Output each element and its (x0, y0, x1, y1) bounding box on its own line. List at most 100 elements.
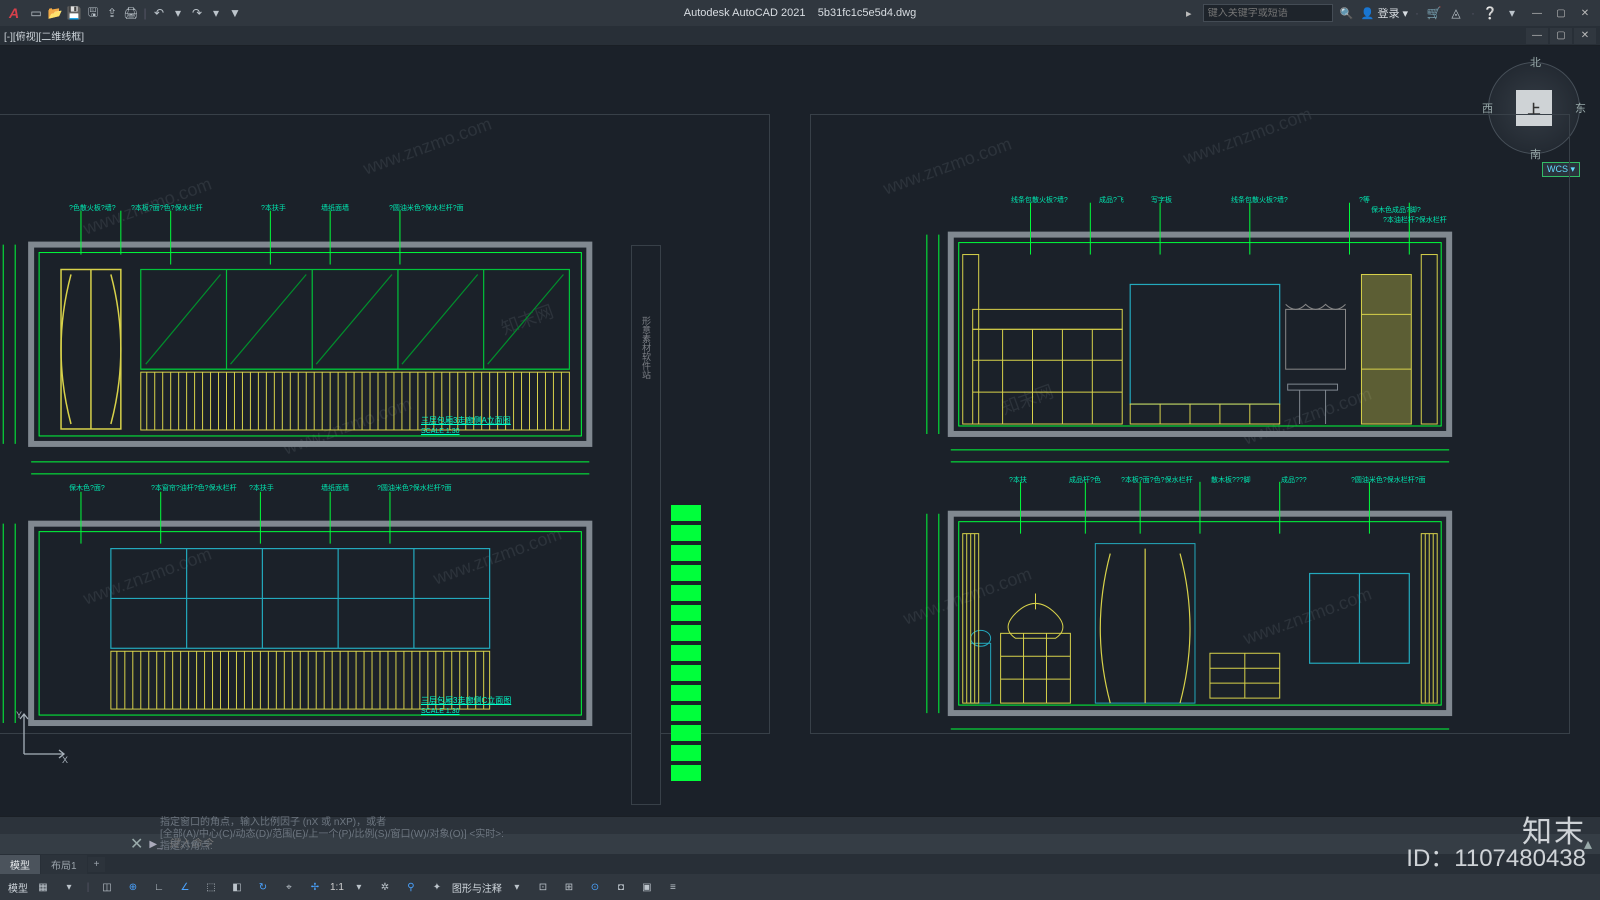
file-name: 5b31fc1c5e5d4.dwg (818, 7, 916, 19)
qat-undo-drop-icon[interactable]: ▾ (170, 5, 186, 21)
drawing-maximize-button[interactable]: ▢ (1550, 28, 1572, 44)
model-space-canvas[interactable]: www.znzmo.com www.znzmo.com www.znzmo.co… (0, 46, 1600, 816)
command-history-line: 指定对角点: (160, 841, 504, 853)
annotation: ?本板?面?色?保水栏杆 (131, 203, 203, 213)
model-layout-tabs: 模型 布局1 + (0, 854, 106, 874)
annotation: ?本板?面?色?保水栏杆 (1121, 475, 1193, 485)
status-annoauto-icon[interactable]: ⚲ (400, 877, 422, 897)
window-close-button[interactable]: ✕ (1574, 5, 1596, 21)
annotation: 保木色成品?脚? (1371, 205, 1421, 215)
right-elevations-svg (811, 115, 1569, 733)
annotation: 墙纸面墙 (321, 483, 349, 493)
annotation-scale[interactable]: 1:1 (330, 882, 344, 893)
status-bar: 模型 ▦ ▾ | ◫ ⊕ ∟ ∠ ⬚ ◧ ↻ ⌖ ✢ 1:1 ▾ ✲ ⚲ ✦ 图… (0, 874, 1600, 900)
annotation: 成品?飞 (1099, 195, 1124, 205)
window-maximize-button[interactable]: ▢ (1550, 5, 1572, 21)
status-osnap-icon[interactable]: ∠ (174, 877, 196, 897)
qat-new-icon[interactable]: ▭ (28, 5, 44, 21)
view-cube-north[interactable]: 北 (1530, 54, 1541, 70)
right-sep: · (1414, 5, 1420, 21)
annotation: ?圆油米色?保水栏杆?面 (377, 483, 452, 493)
drawing-close-button[interactable]: ✕ (1574, 28, 1596, 44)
share-icon[interactable]: ◬ (1448, 5, 1464, 21)
app-title: Autodesk AutoCAD 2021 5b31fc1c5e5d4.dwg (684, 7, 916, 19)
window-controls: — ▢ ✕ (1526, 5, 1596, 21)
legend-title: 形意素材软件站 (640, 316, 653, 379)
quick-access-toolbar: ▭ 📂 💾 🖫 ⇪ 🖨 | ↶ ▾ ↷ ▾ ▼ (28, 5, 243, 21)
status-ortho-icon[interactable]: ∟ (148, 877, 170, 897)
cart-icon[interactable]: 🛒 (1426, 5, 1442, 21)
annotation: ?本油栏杆?保水栏杆 (1383, 215, 1447, 225)
drawing-window-controls: — ▢ ✕ (1526, 28, 1596, 44)
status-hardware-icon[interactable]: ⊙ (584, 877, 606, 897)
annotation-scale-drop-icon[interactable]: ▾ (348, 877, 370, 897)
view-cube-east[interactable]: 东 (1575, 100, 1586, 116)
elevation-a-title-text: 三层包厢3走廊侧A立面图 (421, 416, 511, 425)
qat-webplot-icon[interactable]: ⇪ (104, 5, 120, 21)
tab-layout1[interactable]: 布局1 (41, 855, 87, 874)
status-dyn-icon[interactable]: ⌖ (278, 877, 300, 897)
tab-model[interactable]: 模型 (0, 855, 40, 874)
status-ws-icon[interactable]: ✦ (426, 877, 448, 897)
legend-block: 形意素材软件站 (631, 245, 731, 805)
elevation-c-title: 三层包厢3走廊侧C立面图 SCALE 1:30 (421, 695, 511, 715)
qat-save-icon[interactable]: 💾 (66, 5, 82, 21)
svg-text:Y: Y (16, 710, 22, 720)
elevation-c-scale: SCALE 1:30 (421, 708, 460, 715)
command-history: 指定窗口的角点，输入比例因子 (nX 或 nXP)，或者 [全部(A)/中心(C… (160, 817, 504, 853)
status-left: 模型 ▦ ▾ | ◫ ⊕ ∟ ∠ ⬚ ◧ ↻ ⌖ ✢ 1:1 ▾ ✲ ⚲ ✦ 图… (8, 877, 684, 897)
viewport-label[interactable]: [-][俯视][二维线框] (0, 28, 86, 43)
status-lineweight-icon[interactable]: ⬚ (200, 877, 222, 897)
qat-open-icon[interactable]: 📂 (47, 5, 63, 21)
annotation: ?本扶手 (249, 483, 274, 493)
workspace-label[interactable]: 图形与注释 (452, 880, 502, 895)
qat-saveas-icon[interactable]: 🖫 (85, 5, 101, 21)
status-custom-icon[interactable]: ≡ (662, 877, 684, 897)
login-drop-icon: ▾ (1402, 7, 1408, 20)
qat-redo-icon[interactable]: ↷ (189, 5, 205, 21)
status-grid-icon[interactable]: ▦ (32, 877, 54, 897)
annotation: 成品??? (1281, 475, 1307, 485)
qat-redo-drop-icon[interactable]: ▾ (208, 5, 224, 21)
viewport-label-text[interactable]: [-][俯视][二维线框] (2, 28, 86, 43)
status-cycle-icon[interactable]: ↻ (252, 877, 274, 897)
annotation: 散木板???脚 (1211, 475, 1251, 485)
status-polar-icon[interactable]: ⊕ (122, 877, 144, 897)
titlebar-right: ▸ 🔍 👤 登录 ▾ · 🛒 ◬ · ❔ ▾ — ▢ ✕ (1181, 4, 1596, 22)
workspace-drop-icon[interactable]: ▾ (506, 877, 528, 897)
help-icon[interactable]: ❔ (1482, 5, 1498, 21)
qat-undo-icon[interactable]: ↶ (151, 5, 167, 21)
status-clean-icon[interactable]: ▣ (636, 877, 658, 897)
status-3d-icon[interactable]: ✢ (304, 877, 326, 897)
status-grid-drop-icon[interactable]: ▾ (58, 877, 80, 897)
annotation: ?圆油米色?保水栏杆?面 (389, 203, 464, 213)
status-model-label[interactable]: 模型 (8, 880, 28, 895)
search-box[interactable] (1203, 4, 1333, 22)
drawing-workspace[interactable]: www.znzmo.com www.znzmo.com www.znzmo.co… (0, 46, 1600, 816)
tab-add-layout[interactable]: + (88, 857, 106, 872)
command-expand-icon[interactable]: ▴ (1584, 834, 1592, 854)
window-minimize-button[interactable]: — (1526, 5, 1548, 21)
search-icon[interactable]: 🔍 (1339, 5, 1355, 21)
drawing-minimize-button[interactable]: — (1526, 28, 1548, 44)
status-snap-icon[interactable]: ◫ (96, 877, 118, 897)
annotation: 写字板 (1151, 195, 1172, 205)
login-button[interactable]: 👤 登录 ▾ (1361, 5, 1408, 21)
qat-custom-drop-icon[interactable]: ▼ (227, 5, 243, 21)
elevation-c-title-text: 三层包厢3走廊侧C立面图 (421, 696, 511, 705)
drawing-sheet-right: 线条包散火板?墙? 成品?飞 写字板 线条包散火板?墙? ?等 保木色成品?脚?… (810, 114, 1570, 734)
app-logo[interactable]: A (4, 3, 24, 23)
qat-plot-icon[interactable]: 🖨 (123, 5, 139, 21)
search-input[interactable] (1208, 8, 1328, 19)
annotation: 保木色?面? (69, 483, 105, 493)
status-units-icon[interactable]: ⊞ (558, 877, 580, 897)
help-drop-icon[interactable]: ▾ (1504, 5, 1520, 21)
status-isolate-icon[interactable]: ◘ (610, 877, 632, 897)
status-transp-icon[interactable]: ◧ (226, 877, 248, 897)
status-gear-icon[interactable]: ✲ (374, 877, 396, 897)
search-chevron-icon[interactable]: ▸ (1181, 5, 1197, 21)
status-monitor-icon[interactable]: ⊡ (532, 877, 554, 897)
elevation-a-scale: SCALE 1:30 (421, 428, 460, 435)
legend-title-strip: 形意素材软件站 (631, 245, 661, 805)
command-close-icon[interactable]: ✕ (130, 834, 143, 854)
